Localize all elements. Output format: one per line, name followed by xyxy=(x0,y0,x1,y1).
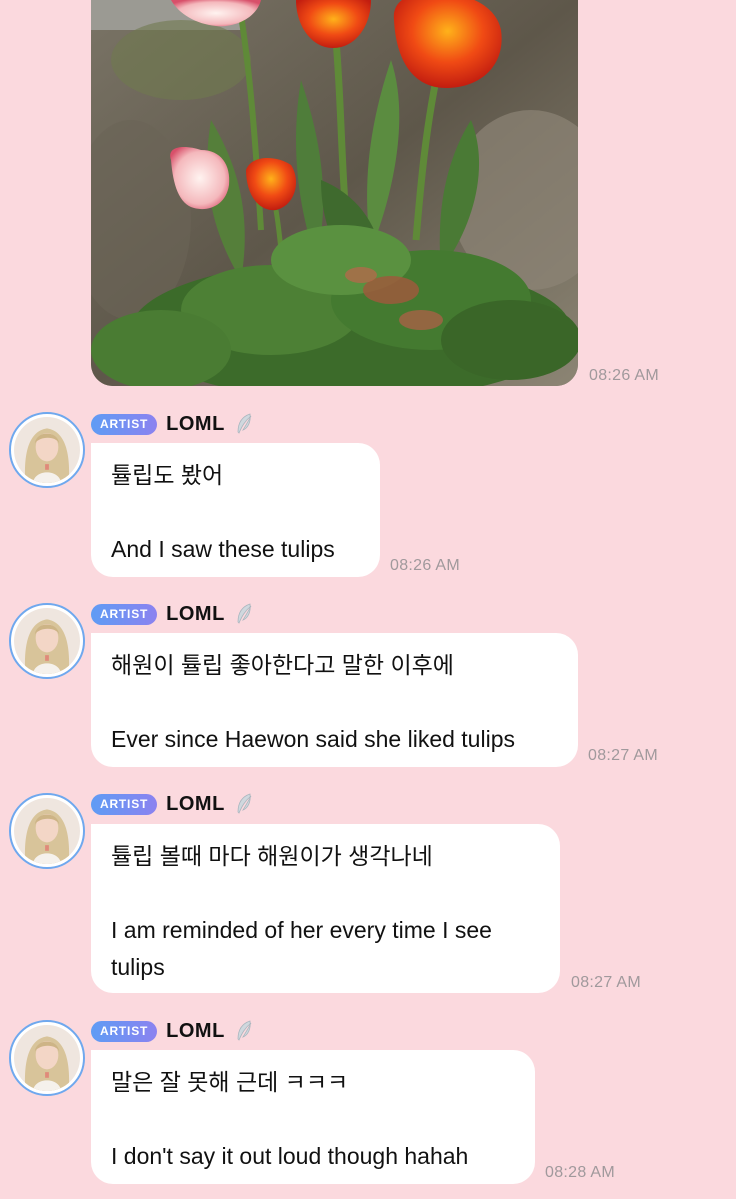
sender-row: ARTIST LOML xyxy=(91,412,253,436)
sender-row: ARTIST LOML xyxy=(91,792,253,816)
feather-icon xyxy=(237,603,252,624)
avatar[interactable] xyxy=(9,412,85,488)
message-timestamp: 08:27 AM xyxy=(588,747,659,764)
avatar-image xyxy=(14,798,80,864)
photo-timestamp: 08:26 AM xyxy=(589,367,660,384)
sender-name[interactable]: LOML xyxy=(166,1020,225,1043)
artist-badge: ARTIST xyxy=(91,793,158,815)
sender-row: ARTIST LOML xyxy=(91,1019,253,1043)
message-korean: 해원이 튤립 좋아한다고 말한 이후에 xyxy=(111,652,454,678)
avatar-image xyxy=(14,608,80,674)
sender-name[interactable]: LOML xyxy=(166,793,225,816)
avatar-image xyxy=(14,417,80,483)
message-timestamp: 08:28 AM xyxy=(545,1164,616,1181)
feather-icon xyxy=(237,1020,252,1041)
avatar[interactable] xyxy=(9,603,85,679)
message-english: Ever since Haewon said she liked tulips xyxy=(111,726,515,752)
tulip-photo-image xyxy=(91,0,578,386)
avatar[interactable] xyxy=(9,793,85,869)
avatar-image xyxy=(14,1025,80,1091)
message-korean: 튤립 볼때 마다 해원이가 생각나네 xyxy=(111,843,433,869)
message-timestamp: 08:27 AM xyxy=(571,974,642,991)
message-english: I don't say it out loud though hahah xyxy=(111,1143,469,1169)
artist-badge: ARTIST xyxy=(91,603,158,625)
artist-badge: ARTIST xyxy=(91,1020,158,1042)
message-bubble[interactable]: 튤립도 봤어 And I saw these tulips xyxy=(91,443,380,577)
message-korean: 말은 잘 못해 근데 ㅋㅋㅋ xyxy=(111,1069,349,1095)
message-timestamp: 08:26 AM xyxy=(390,557,461,574)
sender-row: ARTIST LOML xyxy=(91,602,253,626)
message-korean: 튤립도 봤어 xyxy=(111,462,224,488)
artist-badge: ARTIST xyxy=(91,413,158,435)
message-english: And I saw these tulips xyxy=(111,536,335,562)
tulip-photo[interactable] xyxy=(91,0,578,386)
message-bubble[interactable]: 튤립 볼때 마다 해원이가 생각나네 I am reminded of her … xyxy=(91,824,560,993)
message-bubble[interactable]: 해원이 튤립 좋아한다고 말한 이후에 Ever since Haewon sa… xyxy=(91,633,578,767)
sender-name[interactable]: LOML xyxy=(166,603,225,626)
avatar[interactable] xyxy=(9,1020,85,1096)
sender-name[interactable]: LOML xyxy=(166,413,225,436)
feather-icon xyxy=(237,793,252,814)
message-english: I am reminded of her every time I see xyxy=(111,917,492,943)
message-english: tulips xyxy=(111,954,165,980)
message-bubble[interactable]: 말은 잘 못해 근데 ㅋㅋㅋ I don't say it out loud t… xyxy=(91,1050,535,1184)
feather-icon xyxy=(237,413,252,434)
